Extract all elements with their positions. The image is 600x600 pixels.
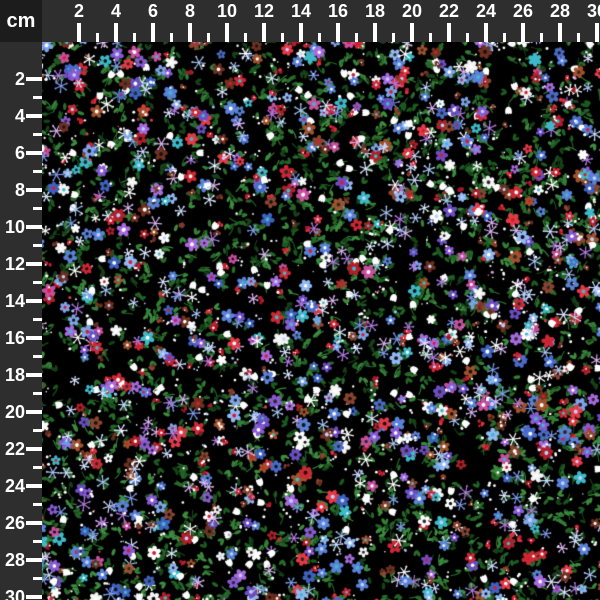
- ruler-left-minor-tick: [33, 355, 42, 358]
- ruler-top-label: 16: [327, 1, 349, 21]
- unit-label: cm: [0, 0, 42, 42]
- fabric-swatch: [42, 42, 600, 600]
- ruler-left-label: 6: [14, 143, 25, 163]
- ruler-left-minor-tick: [33, 429, 42, 432]
- ruler-left-minor-tick: [33, 318, 42, 321]
- ruler-left-label: 28: [4, 550, 25, 570]
- ruler-left-label: 20: [4, 402, 25, 422]
- ruler-top-minor-tick: [318, 33, 321, 42]
- ruler-top-minor-tick: [281, 33, 284, 42]
- ruler-top-major-tick: [299, 23, 303, 42]
- ruler-left-label: 26: [4, 513, 25, 533]
- ruler-top-major-tick: [188, 23, 192, 42]
- ruler-left-label: 16: [4, 328, 25, 348]
- ruler-top-label: 4: [110, 1, 122, 21]
- fabric-measurement-preview: cm 24681012141618202224262830 2468101214…: [0, 0, 600, 600]
- ruler-top-minor-tick: [429, 33, 432, 42]
- ruler-left-minor-tick: [33, 503, 42, 506]
- ruler-top-major-tick: [225, 23, 229, 42]
- ruler-top-major-tick: [447, 23, 451, 42]
- ruler-left-label: 18: [4, 365, 25, 385]
- ruler-top-minor-tick: [503, 33, 506, 42]
- ruler-left-major-tick: [26, 225, 42, 229]
- ruler-left-major-tick: [26, 484, 42, 488]
- ruler-left-major-tick: [26, 410, 42, 414]
- ruler-top: 24681012141618202224262830: [42, 0, 600, 42]
- ruler-top-major-tick: [558, 23, 562, 42]
- ruler-left-label: 14: [4, 291, 25, 311]
- ruler-left-major-tick: [26, 336, 42, 340]
- ruler-top-minor-tick: [133, 33, 136, 42]
- ruler-left-major-tick: [26, 151, 42, 155]
- ruler-top-minor-tick: [392, 33, 395, 42]
- ruler-left-major-tick: [26, 188, 42, 192]
- ruler-left-minor-tick: [33, 392, 42, 395]
- ruler-top-label: 24: [475, 1, 497, 21]
- ruler-top-label: 18: [364, 1, 386, 21]
- ruler-top-label: 30: [586, 1, 600, 21]
- ruler-top-label: 2: [73, 1, 85, 21]
- ruler-left-minor-tick: [33, 170, 42, 173]
- ruler-left-minor-tick: [33, 96, 42, 99]
- ruler-left-minor-tick: [33, 207, 42, 210]
- ruler-top-minor-tick: [207, 33, 210, 42]
- ruler-left-major-tick: [26, 299, 42, 303]
- ruler-top-label: 26: [512, 1, 534, 21]
- ruler-left-minor-tick: [33, 281, 42, 284]
- ruler-top-label: 28: [549, 1, 571, 21]
- ruler-left-major-tick: [26, 114, 42, 118]
- ruler-top-minor-tick: [244, 33, 247, 42]
- ruler-left-label: 8: [14, 180, 25, 200]
- ruler-top-minor-tick: [540, 33, 543, 42]
- ruler-top-major-tick: [77, 23, 81, 42]
- ruler-left-major-tick: [26, 77, 42, 81]
- ruler-top-major-tick: [373, 23, 377, 42]
- ruler-top-minor-tick: [466, 33, 469, 42]
- ruler-top-major-tick: [262, 23, 266, 42]
- ruler-top-major-tick: [114, 23, 118, 42]
- ruler-top-minor-tick: [96, 33, 99, 42]
- ruler-top-minor-tick: [170, 33, 173, 42]
- ruler-left-minor-tick: [33, 577, 42, 580]
- ruler-left-minor-tick: [33, 466, 42, 469]
- ruler-left-label: 10: [4, 217, 25, 237]
- ruler-top-label: 6: [147, 1, 159, 21]
- ruler-left-label: 30: [4, 587, 25, 600]
- ruler-left-label: 2: [14, 69, 25, 89]
- ruler-top-minor-tick: [355, 33, 358, 42]
- ruler-top-major-tick: [336, 23, 340, 42]
- ruler-left-minor-tick: [33, 244, 42, 247]
- ruler-top-label: 22: [438, 1, 460, 21]
- ruler-left: 2 4 6 8 10 12 14 16 18 20 22 24 26 28 30: [0, 42, 42, 600]
- ruler-left-label: 12: [4, 254, 25, 274]
- ruler-top-label: 20: [401, 1, 423, 21]
- ruler-left-label: 24: [4, 476, 25, 496]
- ruler-left-label: 22: [4, 439, 25, 459]
- ruler-left-minor-tick: [33, 133, 42, 136]
- ruler-top-label: 12: [253, 1, 275, 21]
- ruler-top-major-tick: [410, 23, 414, 42]
- ruler-top-label: 14: [290, 1, 312, 21]
- ruler-left-major-tick: [26, 373, 42, 377]
- ruler-top-label: 10: [216, 1, 238, 21]
- ruler-top-minor-tick: [577, 33, 580, 42]
- ruler-left-major-tick: [26, 558, 42, 562]
- ruler-top-major-tick: [151, 23, 155, 42]
- ruler-left-label: 4: [14, 106, 25, 126]
- ruler-top-label: 8: [184, 1, 196, 21]
- ruler-top-major-tick: [521, 23, 525, 42]
- ruler-left-major-tick: [26, 262, 42, 266]
- ruler-left-major-tick: [26, 595, 42, 599]
- ruler-top-major-tick: [595, 23, 599, 42]
- ruler-left-minor-tick: [33, 540, 42, 543]
- ruler-top-major-tick: [484, 23, 488, 42]
- ruler-left-major-tick: [26, 447, 42, 451]
- ruler-left-major-tick: [26, 521, 42, 525]
